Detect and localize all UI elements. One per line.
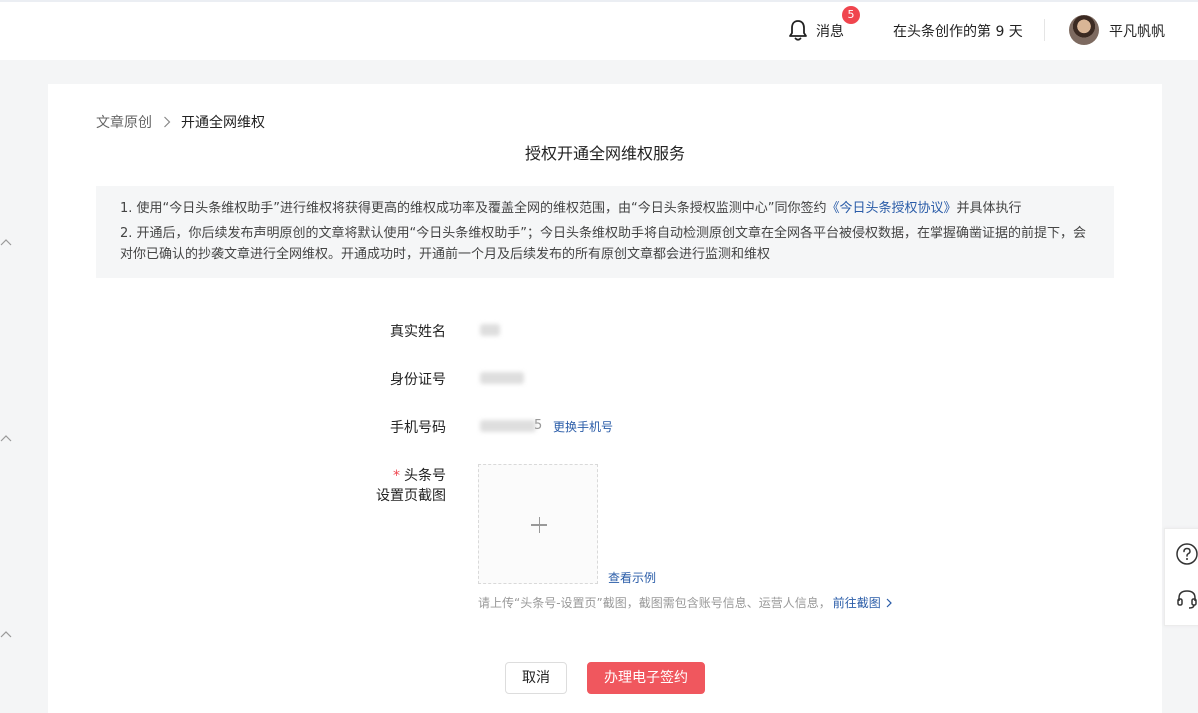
user-avatar[interactable] — [1069, 15, 1099, 45]
real-name-value — [480, 324, 500, 336]
main-card: 文章原创 开通全网维权 授权开通全网维权服务 1. 使用“今日头条维权助手”进行… — [48, 84, 1162, 713]
phone-suffix: 5 — [534, 418, 543, 433]
phone-value — [480, 420, 536, 432]
breadcrumb-current: 开通全网维权 — [181, 115, 265, 131]
creation-days-text: 在头条创作的第 9 天 — [893, 24, 1023, 40]
screenshot-label: * 头条号 — [326, 465, 446, 485]
cancel-button[interactable]: 取消 — [505, 662, 567, 694]
screenshot-label-line1: 头条号 — [404, 468, 446, 484]
page-title: 授权开通全网维权服务 — [524, 144, 685, 163]
notice-item-1-suffix: 并具体执行 — [956, 201, 1022, 216]
chevron-right-icon — [163, 116, 171, 128]
real-name-label: 真实姓名 — [390, 324, 446, 340]
upload-hint: 请上传“头条号-设置页”截图，截图需包含账号信息、运营人信息， 前往截图 — [478, 594, 892, 611]
screenshot-upload[interactable] — [478, 464, 598, 584]
notice-item-2: 2. 开通后，你后续发布声明原创的文章将默认使用“今日头条维权助手”；今日头条维… — [120, 226, 1087, 262]
change-phone-link[interactable]: 更换手机号 — [553, 418, 613, 435]
bell-icon[interactable] — [787, 18, 809, 42]
top-header: 消息 5 在头条创作的第 9 天 平凡帆帆 — [0, 0, 1198, 60]
floating-toolbar — [1164, 528, 1198, 626]
user-name[interactable]: 平凡帆帆 — [1109, 21, 1165, 41]
required-mark: * — [393, 468, 400, 484]
notice-box: 1. 使用“今日头条维权助手”进行维权将获得更高的维权成功率及覆盖全网的维权范围… — [96, 186, 1114, 278]
chevron-up-icon[interactable] — [0, 629, 12, 639]
go-screenshot-link[interactable]: 前往截图 — [833, 594, 892, 611]
phone-label: 手机号码 — [390, 420, 446, 436]
messages-label[interactable]: 消息 — [816, 21, 844, 41]
headset-icon[interactable] — [1175, 587, 1198, 611]
agreement-link[interactable]: 《今日头条授权协议》 — [826, 201, 956, 216]
notice-item-1-text: 1. 使用“今日头条维权助手”进行维权将获得更高的维权成功率及覆盖全网的维权范围… — [120, 201, 827, 216]
plus-icon-vertical — [538, 517, 540, 533]
messages-badge: 5 — [842, 6, 860, 24]
id-number-label: 身份证号 — [390, 372, 446, 388]
help-icon[interactable] — [1175, 542, 1198, 566]
screenshot-label-line2: 设置页截图 — [376, 488, 446, 504]
breadcrumb: 文章原创 开通全网维权 — [96, 112, 265, 132]
upload-hint-text: 请上传“头条号-设置页”截图，截图需包含账号信息、运营人信息， — [478, 596, 831, 610]
chevron-right-icon — [886, 598, 892, 607]
breadcrumb-parent[interactable]: 文章原创 — [96, 112, 152, 132]
header-divider — [1044, 19, 1045, 41]
view-example-link[interactable]: 查看示例 — [608, 569, 656, 586]
sign-button[interactable]: 办理电子签约 — [587, 662, 705, 694]
chevron-up-icon[interactable] — [0, 237, 12, 247]
id-number-value — [480, 372, 524, 384]
notice-item-1: 1. 使用“今日头条维权助手”进行维权将获得更高的维权成功率及覆盖全网的维权范围… — [120, 198, 1090, 219]
chevron-up-icon[interactable] — [0, 433, 12, 443]
go-screenshot-label[interactable]: 前往截图 — [833, 594, 881, 611]
